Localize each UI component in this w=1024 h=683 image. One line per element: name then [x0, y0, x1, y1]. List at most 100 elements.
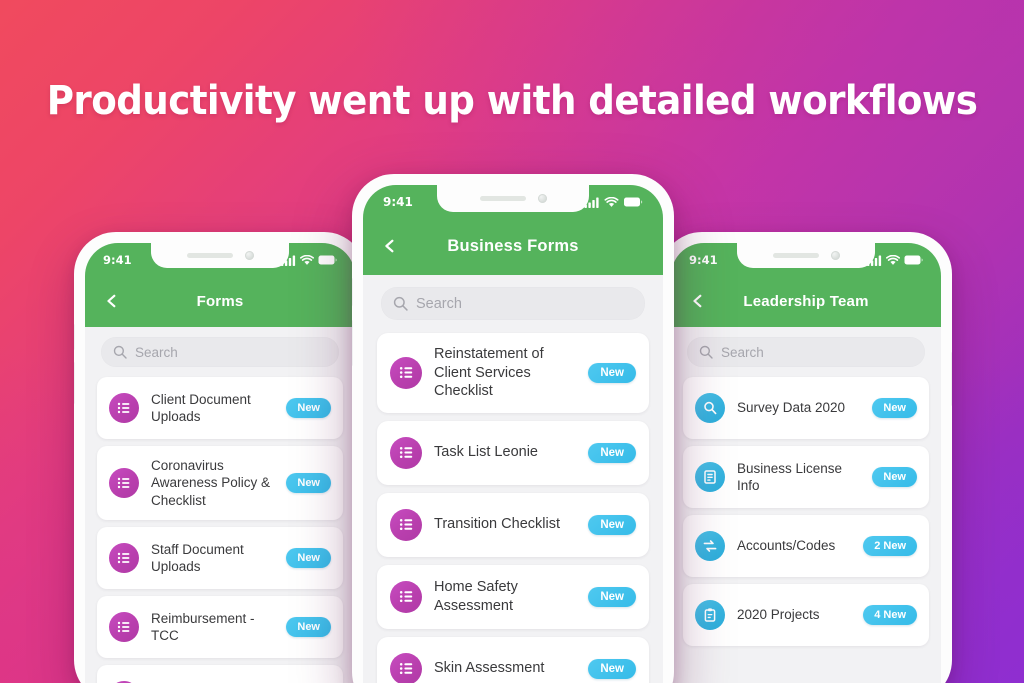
front-camera-icon	[830, 250, 840, 260]
list-icon	[109, 393, 139, 423]
list-item-title: Skin Assessment	[434, 660, 545, 677]
list-item-title: Survey Data 2020	[737, 400, 846, 416]
nav-bar: Forms	[85, 277, 355, 325]
search-input[interactable]: Search	[101, 337, 339, 367]
back-chevron-icon[interactable]	[383, 239, 396, 253]
list-item-title: Coronavirus Awareness Policy & Checklist	[151, 458, 271, 508]
list-item[interactable]: Coronavirus Awareness Policy & Checklist…	[97, 446, 343, 520]
search-container: Search	[85, 327, 355, 371]
clipboard-icon	[695, 600, 725, 630]
list-item[interactable]: Reinstatement of Client Services Checkli…	[377, 333, 649, 413]
wifi-icon	[300, 254, 314, 265]
list-item[interactable]: Home Safety Assessment New	[377, 564, 649, 629]
nav-bar: Business Forms	[363, 219, 663, 273]
list-item-title: 2020 Projects	[737, 607, 820, 623]
status-indicators	[281, 254, 337, 266]
phone-volume-up-button[interactable]	[74, 324, 75, 350]
battery-icon	[904, 255, 923, 265]
list-item-title: Reimbursement - TCC	[151, 610, 255, 643]
status-indicators	[867, 254, 923, 266]
search-input[interactable]: Search	[687, 337, 925, 367]
list-icon	[390, 652, 422, 683]
search-container: Search	[363, 275, 663, 326]
phone-volume-up-button[interactable]	[352, 278, 353, 306]
status-badge: New	[286, 547, 331, 568]
screen-content: Search Reinstatement of Client Services …	[363, 275, 663, 683]
earpiece-speaker-icon	[186, 252, 233, 258]
phone-power-button[interactable]	[951, 352, 952, 406]
list-item[interactable]: Accounts/Codes 2 New	[683, 515, 929, 577]
status-badge: New	[286, 472, 331, 493]
phone-screen-right: 9:41 Leadership Team Search Survey Data …	[671, 243, 941, 683]
search-container: Search	[671, 327, 941, 371]
status-badge: New	[588, 514, 636, 535]
search-icon	[393, 296, 408, 311]
phone-mockup-right: 9:41 Leadership Team Search Survey Data …	[660, 232, 952, 683]
app-header: 9:41	[85, 243, 355, 327]
list-item-title: Task List Leonie	[434, 444, 538, 461]
screen-content: Search Client Document Uploads New Coron…	[85, 327, 355, 683]
search-icon	[699, 345, 713, 359]
app-header: 9:41	[671, 243, 941, 327]
list-item[interactable]: Transition Checklist New	[377, 492, 649, 557]
list-item[interactable]: Staff Document Uploads New	[97, 526, 343, 589]
list-icon	[390, 580, 422, 613]
list-item[interactable]: Task List Leonie New	[377, 420, 649, 485]
status-time: 9:41	[689, 253, 718, 267]
phone-notch	[151, 243, 289, 268]
list-icon	[109, 542, 139, 573]
list-item-title: Client Document Uploads	[151, 391, 251, 424]
status-badge: New	[588, 586, 636, 607]
nav-title: Leadership Team	[743, 292, 869, 310]
list-item-title: Reinstatement of Client Services Checkli…	[434, 346, 544, 400]
phone-notch	[737, 243, 875, 268]
form-list: Reinstatement of Client Services Checkli…	[363, 326, 663, 683]
status-badge: New	[286, 616, 331, 637]
search-placeholder: Search	[416, 295, 462, 312]
search-placeholder: Search	[721, 344, 764, 360]
search-input[interactable]: Search	[381, 287, 645, 320]
form-list: Client Document Uploads New Coronavirus …	[85, 371, 355, 683]
list-item[interactable]: Reimbursement - TCC New	[97, 595, 343, 658]
list-item-title: Transition Checklist	[434, 516, 560, 533]
status-badge: New	[588, 362, 636, 383]
search-icon	[113, 345, 127, 359]
list-item[interactable]: Client Document Uploads New	[97, 377, 343, 439]
list-item[interactable]: Rollins Med Refill New	[97, 664, 343, 683]
phone-mockup-left: 9:41 Forms Search Client Document Upload…	[74, 232, 366, 683]
list-item[interactable]: 2020 Projects 4 New	[683, 584, 929, 646]
status-badge: New	[872, 398, 917, 418]
list-item-title: Staff Document Uploads	[151, 541, 244, 574]
list-item[interactable]: Business License Info New	[683, 446, 929, 508]
wifi-icon	[886, 254, 900, 265]
list-icon	[109, 611, 139, 642]
battery-icon	[624, 197, 643, 207]
page-title: Productivity went up with detailed workf…	[46, 78, 978, 124]
status-indicators	[584, 196, 643, 208]
list-icon	[390, 436, 422, 469]
nav-bar: Leadership Team	[671, 277, 941, 325]
poster-canvas: Productivity went up with detailed workf…	[0, 0, 1024, 683]
search-doc-icon	[695, 393, 725, 423]
list-icon	[109, 467, 139, 498]
status-badge: 4 New	[863, 605, 917, 625]
back-chevron-icon[interactable]	[691, 294, 704, 308]
status-time: 9:41	[383, 195, 413, 209]
app-header: 9:41	[363, 185, 663, 275]
status-badge: 2 New	[863, 536, 917, 556]
nav-title: Business Forms	[447, 236, 579, 255]
phone-screen-left: 9:41 Forms Search Client Document Upload…	[85, 243, 355, 683]
phone-volume-down-button[interactable]	[74, 362, 75, 404]
phone-mockup-center: 9:41 Business Forms Search Reinstatement…	[352, 174, 674, 683]
nav-title: Forms	[196, 292, 244, 310]
phone-volume-down-button[interactable]	[352, 320, 353, 366]
list-item[interactable]: Survey Data 2020 New	[683, 377, 929, 439]
earpiece-speaker-icon	[479, 195, 526, 201]
status-badge: New	[286, 398, 331, 418]
status-time: 9:41	[103, 253, 132, 267]
list-item-title: Business License Info	[737, 460, 843, 493]
list-item[interactable]: Skin Assessment New	[377, 636, 649, 683]
back-chevron-icon[interactable]	[105, 294, 118, 308]
screen-content: Search Survey Data 2020 New Business Lic…	[671, 327, 941, 683]
exchange-icon	[695, 531, 725, 561]
